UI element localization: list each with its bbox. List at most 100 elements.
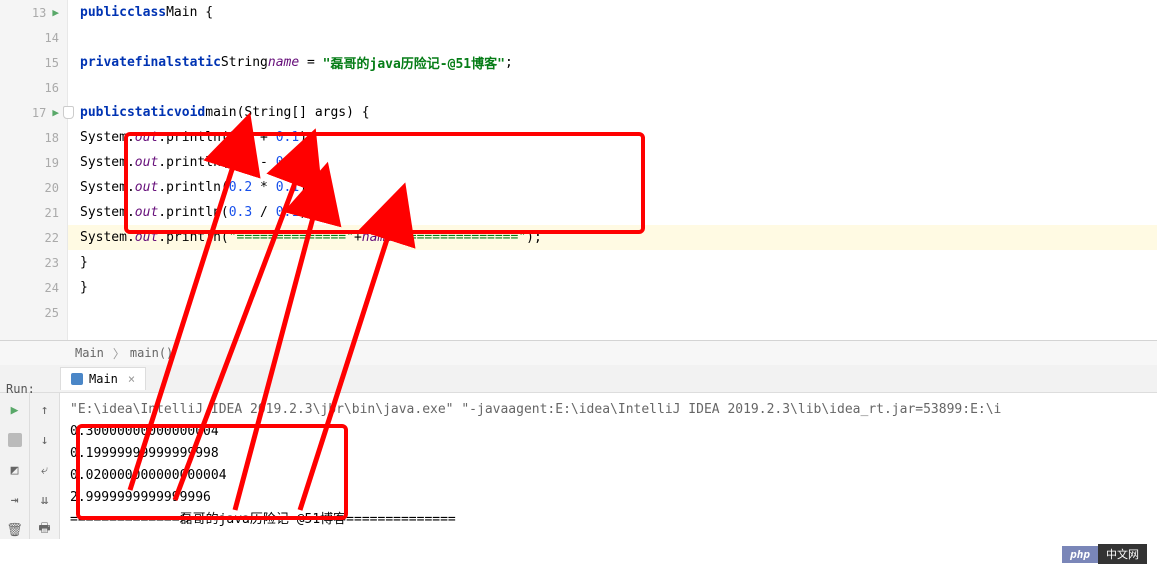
tab-label: Main [89, 372, 118, 386]
code-editor[interactable]: 13▶ 14 15 16 17▶ 18 19 20 21 22 23 24 25… [0, 0, 1157, 340]
watermark-php: php [1062, 546, 1098, 563]
field-ref: out [135, 155, 158, 170]
number: 0.2 [229, 130, 252, 145]
close-icon[interactable]: × [128, 372, 135, 386]
run-toolbar-left: ▶ ◩ ⇥ 🗑 [0, 393, 30, 539]
application-icon [71, 373, 83, 385]
run-tabs: Main × [0, 365, 1157, 393]
line-number: 20 [35, 181, 59, 195]
console-command: "E:\idea\IntelliJ IDEA 2019.2.3\jbr\bin\… [70, 399, 1147, 421]
line-number: 17 [22, 106, 46, 120]
operator: / [252, 205, 275, 220]
method-call: .println( [158, 130, 228, 145]
field-ref: out [135, 230, 158, 245]
number: 0.1 [276, 155, 299, 170]
line-number: 22 [35, 231, 59, 245]
run-toolbar-right: ↑ ↓ ⤶ ⇊ 🖶 [30, 393, 60, 539]
code-text: ); [299, 130, 315, 145]
keyword: public [80, 105, 127, 120]
code-text: System. [80, 130, 135, 145]
class-name: Main [166, 5, 197, 20]
operator: + [354, 230, 362, 245]
scroll-end-icon[interactable]: ⇊ [36, 491, 54, 509]
code-text: ); [299, 205, 315, 220]
keyword: final [135, 55, 174, 70]
code-text: ); [299, 180, 315, 195]
console-line: 0.30000000000000004 [70, 421, 1147, 443]
code-text: System. [80, 155, 135, 170]
run-tab[interactable]: Main × [60, 367, 146, 390]
operator: + [252, 130, 275, 145]
params: (String[] args) { [237, 105, 370, 120]
keyword: class [127, 5, 166, 20]
type: String [221, 55, 268, 70]
run-gutter-icon[interactable]: ▶ [52, 106, 59, 119]
operator: + [393, 230, 401, 245]
number: 0.3 [229, 155, 252, 170]
line-number: 23 [35, 256, 59, 270]
code-text: System. [80, 180, 135, 195]
breadcrumb-item[interactable]: main() [130, 346, 173, 360]
code-text: ); [526, 230, 542, 245]
line-number: 21 [35, 206, 59, 220]
keyword: void [174, 105, 205, 120]
breadcrumb-item[interactable]: Main [75, 346, 104, 360]
method-call: .println( [158, 180, 228, 195]
keyword: private [80, 55, 135, 70]
number: 0.3 [229, 205, 252, 220]
method-name: main [205, 105, 236, 120]
watermark: php 中文网 [1062, 544, 1147, 564]
keyword: static [174, 55, 221, 70]
code-text: System. [80, 230, 135, 245]
wrap-icon[interactable]: ⤶ [36, 461, 54, 479]
line-number: 25 [35, 306, 59, 320]
exit-icon[interactable]: ⇥ [6, 491, 24, 509]
rerun-button[interactable]: ▶ [6, 401, 24, 419]
console-line: ==============磊哥的java历险记-@51博客==========… [70, 509, 1147, 531]
line-number: 16 [35, 81, 59, 95]
trash-icon[interactable]: 🗑 [6, 521, 24, 539]
print-icon[interactable]: 🖶 [36, 521, 54, 539]
line-number: 15 [35, 56, 59, 70]
fold-indicator-icon[interactable] [60, 100, 76, 125]
console-output[interactable]: "E:\idea\IntelliJ IDEA 2019.2.3\jbr\bin\… [60, 393, 1157, 539]
operator: - [252, 155, 275, 170]
field-ref: out [135, 205, 158, 220]
down-arrow-icon[interactable]: ↓ [36, 431, 54, 449]
equals: = [299, 55, 322, 70]
run-gutter-icon[interactable]: ▶ [52, 6, 59, 19]
number: 0.2 [229, 180, 252, 195]
keyword: public [80, 5, 127, 20]
method-call: .println( [158, 205, 228, 220]
line-number: 24 [35, 281, 59, 295]
up-arrow-icon[interactable]: ↑ [36, 401, 54, 419]
camera-icon[interactable]: ◩ [6, 461, 24, 479]
line-number: 13 [22, 6, 46, 20]
brace: } [80, 280, 88, 295]
line-gutter: 13▶ 14 15 16 17▶ 18 19 20 21 22 23 24 25 [0, 0, 68, 340]
operator: * [252, 180, 275, 195]
code-text: ); [299, 155, 315, 170]
string-literal: "磊哥的java历险记-@51博客" [323, 53, 505, 72]
number: 0.1 [276, 130, 299, 145]
field-name: name [268, 55, 299, 70]
number: 0.1 [276, 205, 299, 220]
keyword: static [127, 105, 174, 120]
chevron-right-icon: 〉 [113, 345, 125, 362]
watermark-cn: 中文网 [1098, 544, 1147, 564]
method-call: .println( [158, 155, 228, 170]
field-ref: out [135, 130, 158, 145]
line-number: 19 [35, 156, 59, 170]
semicolon: ; [505, 55, 513, 70]
brace: { [197, 5, 213, 20]
field-ref: out [135, 180, 158, 195]
run-panel-label: Run: [6, 382, 35, 396]
string-literal: "==============" [229, 230, 354, 245]
line-number: 14 [35, 31, 59, 45]
method-call: .println( [158, 230, 228, 245]
console-line: 0.19999999999999998 [70, 443, 1147, 465]
code-content[interactable]: public class Main { private final static… [68, 0, 1157, 340]
breadcrumb[interactable]: Main 〉 main() [0, 340, 1157, 365]
stop-button[interactable] [6, 431, 24, 449]
number: 0.1 [276, 180, 299, 195]
